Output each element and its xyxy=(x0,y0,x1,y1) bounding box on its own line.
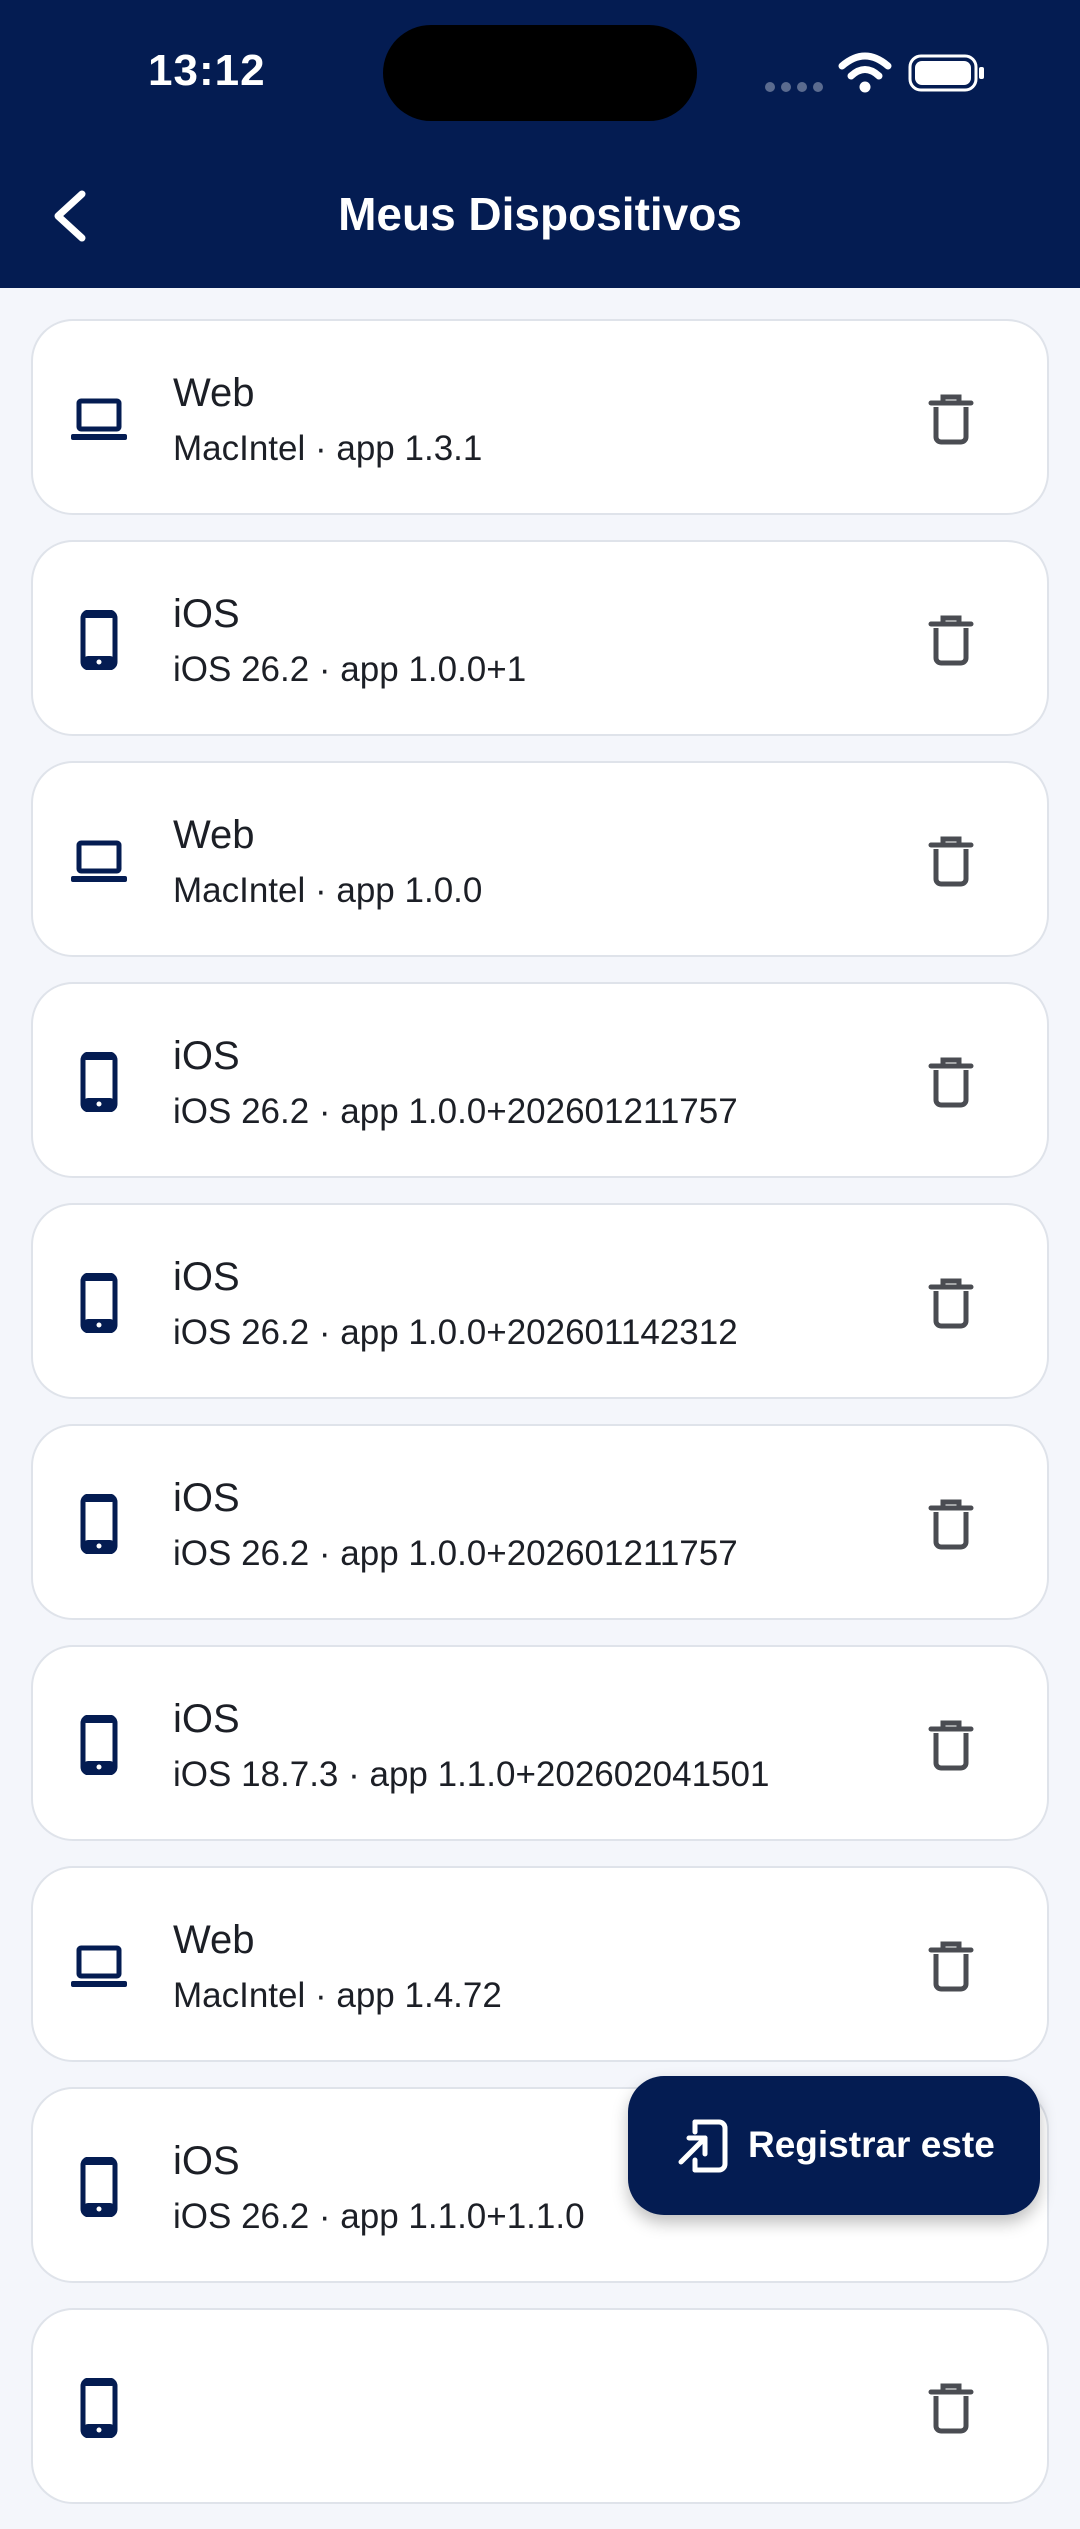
device-detail: iOS 18.7.3 · app 1.1.0+202602041501 xyxy=(173,1755,770,1794)
device-card[interactable]: Web MacIntel · app 1.3.1 xyxy=(31,319,1049,515)
smartphone-icon xyxy=(69,1714,129,1776)
laptop-icon xyxy=(69,1936,129,1996)
device-card[interactable]: iOS iOS 26.2 · app 1.0.0+202601142312 xyxy=(31,1203,1049,1399)
delete-device-button[interactable] xyxy=(926,1498,976,1550)
delete-device-button[interactable] xyxy=(926,1277,976,1329)
device-card[interactable] xyxy=(31,2308,1049,2504)
device-name: iOS xyxy=(173,1697,240,1741)
dynamic-island xyxy=(383,25,697,121)
wifi-icon xyxy=(838,52,892,93)
battery-icon xyxy=(908,54,984,92)
device-name: iOS xyxy=(173,1476,240,1520)
delete-device-button[interactable] xyxy=(926,1056,976,1108)
smartphone-icon xyxy=(69,2377,129,2439)
delete-device-button[interactable] xyxy=(926,393,976,445)
trash-icon xyxy=(926,394,976,449)
device-card[interactable]: Web MacIntel · app 1.4.72 xyxy=(31,1866,1049,2062)
smartphone-icon xyxy=(69,1493,129,1555)
device-detail: iOS 26.2 · app 1.1.0+1.1.0 xyxy=(173,2197,585,2236)
device-card[interactable]: iOS iOS 18.7.3 · app 1.1.0+202602041501 xyxy=(31,1645,1049,1841)
trash-icon xyxy=(926,1057,976,1112)
delete-device-button[interactable] xyxy=(926,1719,976,1771)
device-name: Web xyxy=(173,813,255,857)
device-name: iOS xyxy=(173,2139,240,2183)
device-detail: iOS 26.2 · app 1.0.0+202601142312 xyxy=(173,1313,738,1352)
delete-device-button[interactable] xyxy=(926,1940,976,1992)
device-name: Web xyxy=(173,1918,255,1962)
register-device-icon xyxy=(678,2119,728,2173)
delete-device-button[interactable] xyxy=(926,835,976,887)
smartphone-icon xyxy=(69,2156,129,2218)
device-detail: MacIntel · app 1.0.0 xyxy=(173,871,483,910)
device-card[interactable]: iOS iOS 26.2 · app 1.0.0+202601211757 xyxy=(31,1424,1049,1620)
device-card[interactable]: Web MacIntel · app 1.0.0 xyxy=(31,761,1049,957)
device-name: iOS xyxy=(173,1255,240,1299)
device-detail: MacIntel · app 1.3.1 xyxy=(173,429,483,468)
laptop-icon xyxy=(69,831,129,891)
delete-device-button[interactable] xyxy=(926,614,976,666)
cellular-signal-icon xyxy=(765,79,829,97)
trash-icon xyxy=(926,1278,976,1333)
status-time: 13:12 xyxy=(148,46,266,95)
device-card[interactable]: iOS iOS 26.2 · app 1.0.0+202601211757 xyxy=(31,982,1049,1178)
register-device-button[interactable]: Registrar este xyxy=(628,2076,1040,2215)
trash-icon xyxy=(926,1720,976,1775)
trash-icon xyxy=(926,1941,976,1996)
device-name: iOS xyxy=(173,592,240,636)
register-device-label: Registrar este xyxy=(748,2124,995,2165)
device-detail: MacIntel · app 1.4.72 xyxy=(173,1976,502,2015)
trash-icon xyxy=(926,1499,976,1554)
laptop-icon xyxy=(69,389,129,449)
device-name: Web xyxy=(173,371,255,415)
delete-device-button[interactable] xyxy=(926,2382,976,2434)
smartphone-icon xyxy=(69,609,129,671)
app-header: 13:12 Meus Dispositivos xyxy=(0,0,1080,288)
trash-icon xyxy=(926,836,976,891)
trash-icon xyxy=(926,2383,976,2438)
smartphone-icon xyxy=(69,1272,129,1334)
page-title: Meus Dispositivos xyxy=(338,188,742,240)
device-detail: iOS 26.2 · app 1.0.0+202601211757 xyxy=(173,1534,738,1573)
device-detail: iOS 26.2 · app 1.0.0+202601211757 xyxy=(173,1092,738,1131)
smartphone-icon xyxy=(69,1051,129,1113)
device-card[interactable]: iOS iOS 26.2 · app 1.0.0+1 xyxy=(31,540,1049,736)
trash-icon xyxy=(926,615,976,670)
device-name: iOS xyxy=(173,1034,240,1078)
device-detail: iOS 26.2 · app 1.0.0+1 xyxy=(173,650,527,689)
